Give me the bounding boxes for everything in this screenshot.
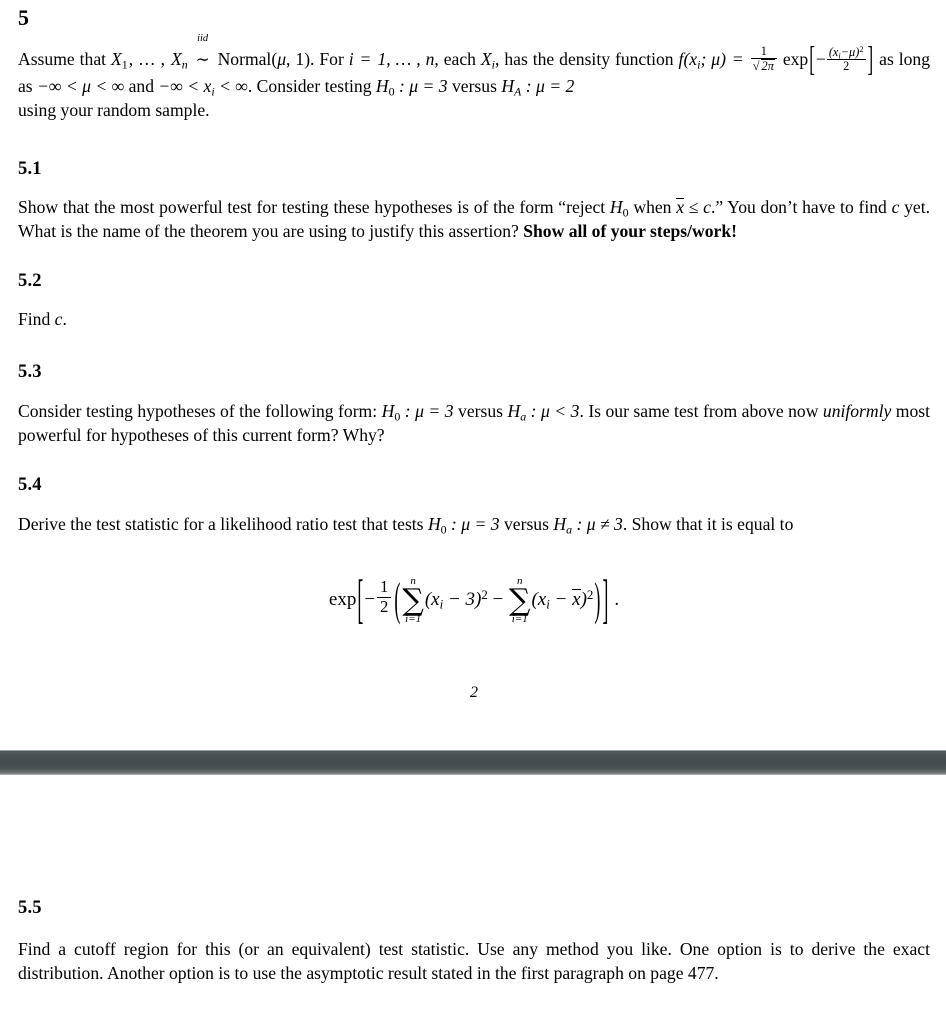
section-5-4-paragraph: Derive the test statistic for a likeliho… — [18, 512, 930, 536]
intro-sentence-2b: , each — [434, 49, 481, 70]
s54-versus: versus — [499, 514, 554, 535]
xi-range-condition: −∞ < xi < ∞ — [158, 75, 248, 98]
s54-text-b: . Show that it is equal to — [622, 514, 794, 535]
page-two-body: 5.5 Find a cutoff region for this (or an… — [0, 775, 946, 985]
intro-sentence-3b: . Consider testing — [247, 75, 376, 96]
equation-close-bracket: ] — [602, 569, 609, 630]
density-formula: 1 √ 2π exp[− (xi−μ)2 2] — [750, 40, 874, 79]
s52-text-b: . — [62, 308, 67, 329]
document-page-two: 5.5 Find a cutoff region for this (or an… — [0, 775, 946, 985]
section-5-2-paragraph: Find c. — [18, 307, 930, 331]
s54-alternative-hypothesis: Ha : μ ≠ 3 — [553, 514, 623, 537]
iid-sim-symbol: iid ∼ — [195, 33, 210, 70]
equation-open-bracket: [ — [357, 569, 364, 630]
page-two-top-margin — [18, 775, 930, 899]
page-number: 2 — [470, 684, 478, 702]
s51-xbar-leq-c: x ≤ c — [676, 197, 711, 218]
page-separator-band — [0, 750, 946, 776]
random-variables-expression: X1, … , Xn — [110, 49, 188, 72]
likelihood-ratio-display-equation: exp[− 1 2(n ∑ i=1 (xi − 3)2 − n ∑ i=1 (xi − x)2)… — [18, 569, 930, 630]
mu-range-condition: −∞ < μ < ∞ — [37, 75, 125, 96]
s53-null-hypothesis: H0 : μ = 3 — [381, 400, 454, 423]
and-word: and — [124, 75, 159, 96]
equation-open-paren: ( — [394, 573, 401, 626]
s51-null-hypothesis: H0 — [609, 197, 629, 220]
summation-two: n ∑ i=1 — [509, 574, 531, 626]
document-page-one: 5 Assume that X1, … , Xn iid ∼ Normal(μ, … — [0, 7, 946, 703]
section-heading-5-2: 5.2 — [18, 271, 42, 292]
s53-text-a: Consider testing hypotheses of the follo… — [18, 400, 382, 421]
close-bracket: ] — [867, 40, 874, 79]
section-heading-5: 5 — [18, 5, 30, 30]
page-one-bottom-margin — [0, 702, 946, 750]
versus-word: versus — [447, 75, 502, 96]
intro-sentence-2c: , has the density function — [495, 49, 679, 70]
index-variable: i = 1, … , n — [348, 49, 435, 70]
s52-text-a: Find — [18, 308, 55, 329]
one-over-sqrt-two-pi: 1 √ 2π — [750, 44, 778, 74]
section-5-5-paragraph: Find a cutoff region for this (or an equ… — [18, 938, 930, 983]
s51-bold-instruction: Show all of your steps/work! — [523, 221, 737, 242]
s53-italic-uniformly: uniformly — [822, 400, 892, 421]
open-bracket: [ — [809, 40, 815, 79]
intro-sentence-2a: . For — [310, 49, 349, 70]
summation-one: n ∑ i=1 — [402, 574, 424, 626]
normal-distribution-expression: Normal(μ, 1) — [217, 49, 311, 70]
s53-alternative-hypothesis: Ha : μ < 3 — [507, 400, 580, 423]
section-5-1-paragraph: Show that the most powerful test for tes… — [18, 195, 930, 243]
section-5-3-paragraph: Consider testing hypotheses of the follo… — [18, 399, 930, 447]
equation-close-paren: ) — [594, 573, 601, 626]
section-heading-5-5: 5.5 — [18, 898, 42, 919]
intro-paragraph: Assume that X1, … , Xn iid ∼ Normal(μ, 1)… — [18, 33, 930, 122]
intro-sentence-4: using your random sample. — [18, 99, 210, 120]
density-function-expression: f(xi; μ) = — [678, 49, 748, 72]
s51-text-b: when — [628, 197, 677, 218]
summation-one-term: (xi − 3)2 — [424, 587, 488, 612]
null-hypothesis-intro: H0 : μ = 3 — [375, 75, 448, 98]
s51-text-d: .” You don’t have to find — [710, 197, 892, 218]
one-half-fraction: 12 — [375, 577, 393, 616]
s54-text-a: Derive the test statistic for a likeliho… — [18, 514, 428, 535]
section-heading-5-4: 5.4 — [18, 474, 42, 495]
s54-null-hypothesis: H0 : μ = 3 — [427, 514, 500, 537]
s53-versus: versus — [453, 400, 508, 421]
exponent-fraction: (xi−μ)2 2 — [826, 44, 866, 74]
alternative-hypothesis-intro: HA : μ = 2 — [501, 75, 575, 98]
summation-two-term: (xi − x)2 — [531, 587, 594, 612]
intro-prefix: Assume that — [18, 49, 111, 70]
xi-variable: Xi — [480, 49, 495, 72]
section-heading-5-1: 5.1 — [18, 158, 42, 179]
s51-text-a: Show that the most powerful test for tes… — [18, 197, 610, 218]
section-heading-5-3: 5.3 — [18, 362, 42, 383]
page-one-body: 5 Assume that X1, … , Xn iid ∼ Normal(μ, … — [0, 7, 946, 702]
equation-expression: exp[− 1 2(n ∑ i=1 (xi − 3)2 − n ∑ i=1 (xi − x)2)… — [328, 569, 620, 630]
s53-text-b: . Is our same test from above now — [579, 400, 823, 421]
